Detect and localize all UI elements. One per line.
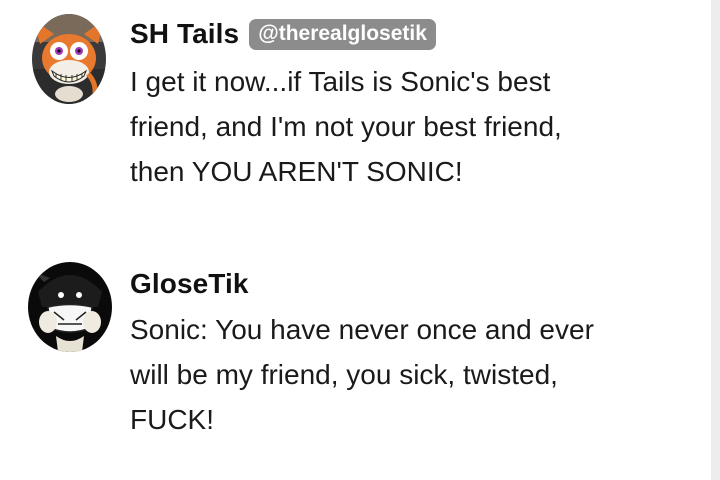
scrollbar-track[interactable] [711, 0, 720, 480]
message-line: will be my friend, you sick, twisted, [130, 359, 558, 390]
message-header: GloseTik [130, 268, 249, 300]
message-line: Sonic: You have never once and ever [130, 314, 594, 345]
author-handle-badge[interactable]: @therealglosetik [249, 18, 436, 50]
author-name[interactable]: GloseTik [130, 268, 249, 300]
fox-character-avatar-icon[interactable] [32, 14, 106, 104]
author-name[interactable]: SH Tails [130, 18, 239, 50]
message-text: I get it now...if Tails is Sonic's best … [130, 59, 650, 194]
dark-character-avatar-icon[interactable] [28, 262, 112, 352]
message-text: Sonic: You have never once and ever will… [130, 307, 650, 442]
message-line: then YOU AREN'T SONIC! [130, 156, 463, 187]
message-item: GloseTik Sonic: You have never once and … [0, 250, 711, 480]
message-line: FUCK! [130, 404, 214, 435]
message-item: SH Tails @therealglosetik I get it now..… [0, 0, 711, 235]
message-line: I get it now...if Tails is Sonic's best [130, 66, 551, 97]
message-line: friend, and I'm not your best friend, [130, 111, 562, 142]
message-header: SH Tails @therealglosetik [130, 18, 436, 50]
